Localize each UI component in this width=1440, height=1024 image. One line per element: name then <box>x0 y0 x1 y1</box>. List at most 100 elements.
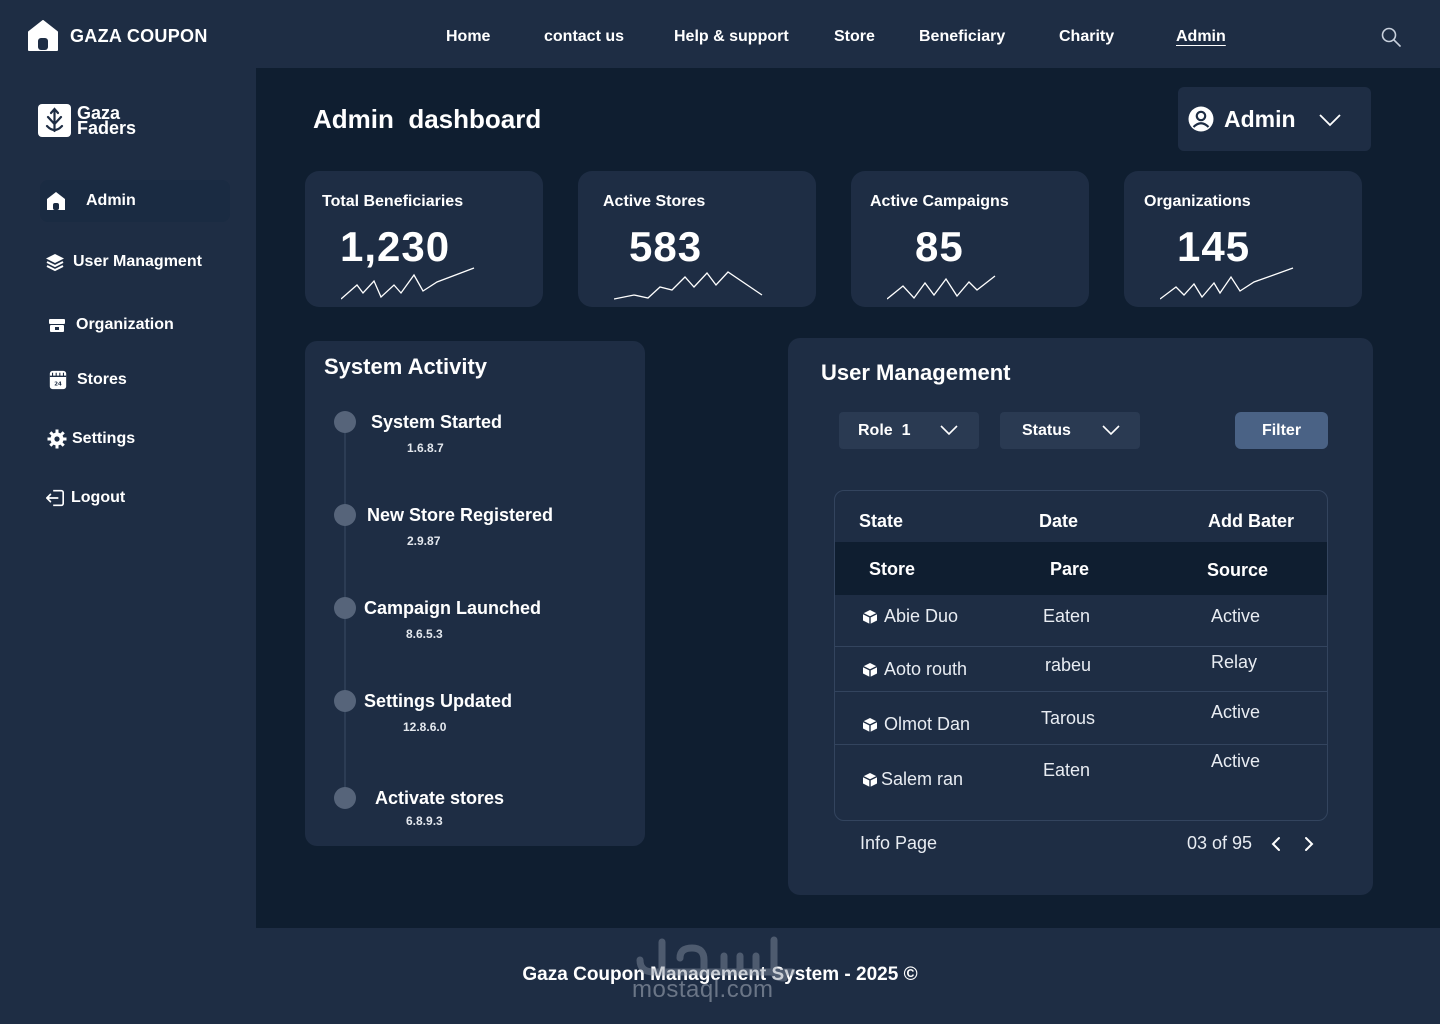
nav-beneficiary[interactable]: Beneficiary <box>919 28 1005 46</box>
stat-value: 145 <box>1177 223 1251 270</box>
nav-home[interactable]: Home <box>446 28 490 46</box>
timeline-dot <box>334 597 356 619</box>
page-title: Admin dashboard <box>313 104 542 134</box>
timeline-dot <box>334 411 356 433</box>
user-management-panel: User Management Role 1 Status Filter Sta… <box>788 338 1373 895</box>
chevron-down-icon <box>1102 425 1120 436</box>
panel-title: User Management <box>821 360 1011 385</box>
organization-icon <box>49 319 65 332</box>
timeline-dot <box>334 504 356 526</box>
hands-logo-icon <box>38 104 71 137</box>
row-date: rabeu <box>1045 655 1092 675</box>
role-select[interactable]: Role 1 <box>839 412 979 449</box>
sidebar-item-logout[interactable]: Logout <box>45 488 125 508</box>
svg-text:24: 24 <box>54 381 62 387</box>
sidebar-item-settings[interactable]: Settings <box>47 429 135 449</box>
chevron-down-icon <box>940 425 958 436</box>
column-header[interactable]: Add Bater <box>1208 511 1294 532</box>
cube-icon <box>862 609 878 624</box>
home-icon <box>47 192 65 210</box>
column-header[interactable]: Store <box>869 559 915 580</box>
row-date: Eaten <box>1043 606 1091 626</box>
column-header[interactable]: Pare <box>1050 559 1089 580</box>
users-table: State Date Add Bater Store Pare Source A… <box>834 490 1328 821</box>
sidebar-item-label: Admin <box>86 192 136 209</box>
sidebar: Gaza Faders Admin User Managment Organiz… <box>0 68 256 928</box>
sidebar-item-label: Organization <box>76 316 174 333</box>
table-row[interactable]: Salem ran Eaten Active <box>835 745 1327 820</box>
user-cell: Abie Duo <box>862 606 958 627</box>
nav-store[interactable]: Store <box>834 28 875 46</box>
sparkline-icon <box>887 275 996 300</box>
sidebar-logo: Gaza Faders <box>38 104 136 137</box>
top-navbar: GAZA COUPON Home contact us Help & suppo… <box>0 0 1440 68</box>
sidebar-item-user-management[interactable]: User Managment <box>45 252 202 272</box>
table-row[interactable]: Aoto routh rabeu Relay <box>835 639 1327 692</box>
user-cell: Salem ran <box>862 769 963 790</box>
store-icon: 24 <box>49 370 67 390</box>
panel-title: System Activity <box>324 354 488 379</box>
nav-admin[interactable]: Admin <box>1176 28 1226 46</box>
role-select-value: Role 1 <box>858 421 911 439</box>
activity-title: Activate stores <box>375 788 505 808</box>
user-cell: Aoto routh <box>862 659 967 680</box>
activity-version: 1.6.8.7 <box>407 441 444 455</box>
user-name: Olmot Dan <box>884 714 971 734</box>
logout-icon <box>46 489 64 507</box>
column-header[interactable]: Source <box>1207 560 1268 581</box>
sidebar-item-admin[interactable]: Admin <box>40 180 230 222</box>
nav-charity[interactable]: Charity <box>1059 28 1114 46</box>
chevron-right-icon[interactable] <box>1301 836 1317 852</box>
user-cell: Olmot Dan <box>862 714 970 735</box>
sidebar-item-organization[interactable]: Organization <box>47 315 174 335</box>
timeline-dot <box>334 690 356 712</box>
row-date: Eaten <box>1043 760 1091 780</box>
sidebar-item-label: User Managment <box>73 253 202 270</box>
sidebar-item-label: Logout <box>71 489 126 506</box>
stat-label: Organizations <box>1144 193 1251 210</box>
user-name: Salem ran <box>881 769 964 789</box>
filter-button[interactable]: Filter <box>1235 412 1328 449</box>
nav-contact-us[interactable]: contact us <box>544 28 624 46</box>
sidebar-item-label: Settings <box>72 430 136 447</box>
sidebar-item-label: Stores <box>77 371 127 388</box>
stat-label: Active Campaigns <box>870 193 1009 210</box>
stat-value: 85 <box>915 223 964 270</box>
activity-title: Settings Updated <box>364 691 513 711</box>
row-date: Tarous <box>1041 708 1096 728</box>
chevron-left-icon[interactable] <box>1268 836 1284 852</box>
admin-user-dropdown[interactable]: Admin <box>1178 87 1371 151</box>
chevron-down-icon <box>1319 114 1341 127</box>
user-name: Aoto routh <box>884 659 968 679</box>
timeline-dot <box>334 787 356 809</box>
logo-line-2: Faders <box>77 117 137 138</box>
column-header[interactable]: State <box>859 511 903 532</box>
status-select[interactable]: Status <box>1000 412 1140 449</box>
activity-title: New Store Registered <box>367 505 554 525</box>
cube-icon <box>862 717 878 732</box>
stat-card-active-campaigns: Active Campaigns 85 <box>851 171 1089 307</box>
cube-icon <box>862 772 878 787</box>
sparkline-icon <box>614 271 763 300</box>
layers-icon <box>46 254 64 272</box>
stat-card-organizations: Organizations 145 <box>1124 171 1362 307</box>
stat-card-active-stores: Active Stores 583 <box>578 171 816 307</box>
row-status: Active <box>1211 606 1261 626</box>
row-status: Relay <box>1211 652 1258 672</box>
activity-title: Campaign Launched <box>364 598 542 618</box>
watermark-text: mostaql.com <box>632 976 774 1003</box>
table-row[interactable]: Olmot Dan Tarous Active <box>835 692 1327 745</box>
cube-icon <box>862 662 878 677</box>
sparkline-icon <box>1160 267 1294 300</box>
sidebar-item-stores[interactable]: 24 Stores <box>48 370 127 390</box>
row-status: Active <box>1211 751 1261 771</box>
search-icon[interactable] <box>1381 27 1401 47</box>
main-content: Admin dashboard Admin Total Beneficiarie… <box>256 68 1440 928</box>
pager-info-link[interactable]: Info Page <box>860 833 937 854</box>
nav-help-support[interactable]: Help & support <box>674 28 789 46</box>
stat-value: 1,230 <box>340 223 451 270</box>
stat-card-total-beneficiaries: Total Beneficiaries 1,230 <box>305 171 543 307</box>
stat-label: Total Beneficiaries <box>322 193 464 210</box>
activity-version: 6.8.9.3 <box>406 814 443 828</box>
column-header[interactable]: Date <box>1039 511 1078 532</box>
